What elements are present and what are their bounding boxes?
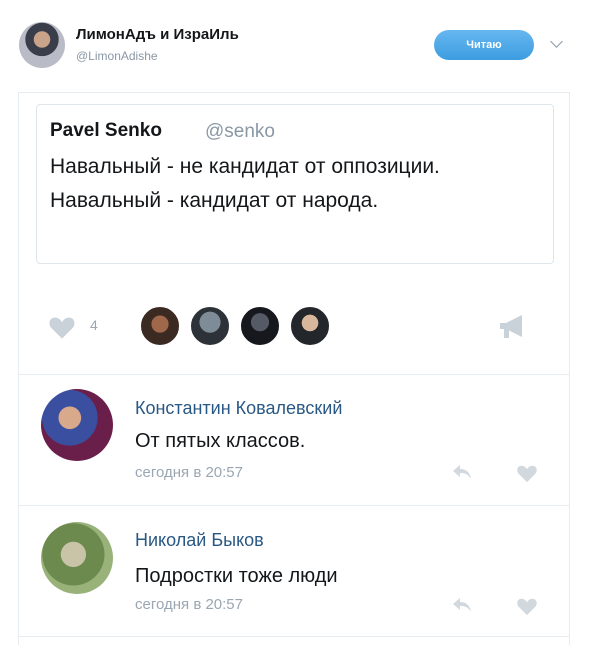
liker-avatar[interactable] — [239, 305, 281, 347]
tweet-header: ЛимонАдъ и ИзраИль @LimonAdishe Читаю — [0, 0, 600, 85]
heart-icon[interactable] — [516, 596, 538, 616]
like-count: 4 — [90, 317, 98, 333]
avatar[interactable] — [19, 22, 65, 68]
liker-avatar[interactable] — [189, 305, 231, 347]
megaphone-icon[interactable] — [496, 312, 530, 342]
comment-author[interactable]: Константин Ковалевский — [135, 398, 342, 419]
heart-icon[interactable] — [48, 314, 76, 340]
comment-timestamp[interactable]: сегодня в 20:57 — [135, 596, 243, 613]
divider — [18, 505, 570, 506]
chevron-down-icon[interactable] — [550, 35, 563, 48]
heart-icon[interactable] — [516, 463, 538, 483]
comment-text: От пятых классов. — [135, 430, 306, 452]
divider — [18, 374, 570, 375]
following-button[interactable]: Читаю — [434, 30, 534, 60]
avatar[interactable] — [41, 389, 113, 461]
comment-timestamp[interactable]: сегодня в 20:57 — [135, 464, 243, 481]
account-handle[interactable]: @LimonAdishe — [76, 49, 158, 63]
quoted-text: Навальный - не кандидат от оппозиции. На… — [50, 155, 440, 212]
comment-text: Подростки тоже люди — [135, 565, 338, 587]
account-name[interactable]: ЛимонАдъ и ИзраИль — [76, 26, 239, 43]
divider — [18, 636, 570, 637]
reply-icon[interactable] — [451, 596, 473, 614]
quoted-author[interactable]: Pavel Senko — [50, 120, 162, 142]
quoted-handle[interactable]: @senko — [205, 121, 275, 143]
liker-avatar[interactable] — [139, 305, 181, 347]
avatar[interactable] — [41, 522, 113, 594]
reply-icon[interactable] — [451, 463, 473, 481]
comment-author[interactable]: Николай Быков — [135, 530, 264, 551]
liker-avatar[interactable] — [289, 305, 331, 347]
